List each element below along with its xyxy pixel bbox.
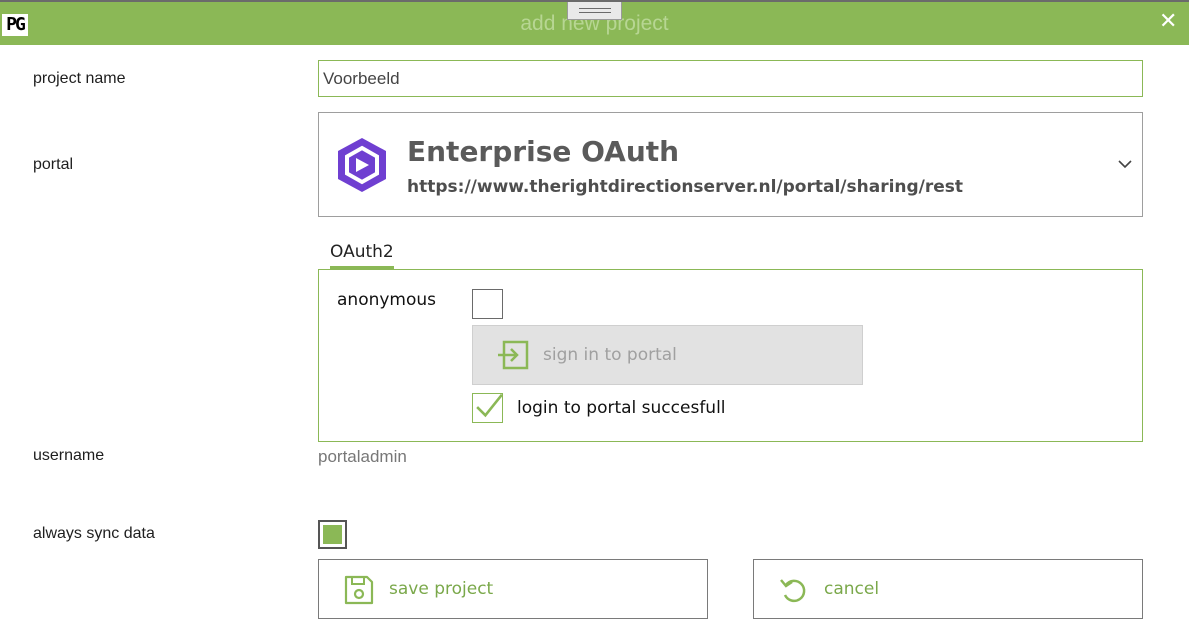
always-sync-checkbox[interactable] xyxy=(318,520,347,549)
drag-handle[interactable] xyxy=(567,2,622,20)
anonymous-label: anonymous xyxy=(337,290,437,310)
anonymous-checkbox[interactable] xyxy=(472,289,503,319)
sign-in-icon xyxy=(498,340,529,370)
login-success-checkbox xyxy=(472,393,503,423)
sync-label: always sync data xyxy=(33,525,155,542)
sign-in-label: sign in to portal xyxy=(543,345,677,365)
portal-dropdown[interactable]: Enterprise OAuth https://www.therightdir… xyxy=(318,112,1143,217)
enterprise-logo-icon xyxy=(338,138,386,192)
oauth-panel: anonymous sign in to portal login to por… xyxy=(318,269,1143,442)
save-project-label: save project xyxy=(389,579,494,599)
save-icon xyxy=(344,575,374,605)
portal-url: https://www.therightdirectionserver.nl/p… xyxy=(407,177,964,197)
save-project-button[interactable]: save project xyxy=(318,559,708,619)
checkbox-fill xyxy=(323,525,342,544)
portal-name: Enterprise OAuth xyxy=(407,135,680,168)
add-project-dialog: PG add new project ✕ project name Voorbe… xyxy=(0,0,1189,642)
chevron-down-icon[interactable] xyxy=(1117,156,1133,172)
login-success-label: login to portal succesfull xyxy=(517,398,726,418)
portal-label: portal xyxy=(33,156,74,173)
cancel-button[interactable]: cancel xyxy=(753,559,1143,619)
close-icon[interactable]: ✕ xyxy=(1159,11,1177,33)
username-label: username xyxy=(33,447,105,464)
cancel-label: cancel xyxy=(824,579,880,599)
undo-icon xyxy=(780,579,806,603)
checkmark-icon xyxy=(476,393,503,418)
project-name-label: project name xyxy=(33,70,126,87)
sign-in-button[interactable]: sign in to portal xyxy=(472,325,863,385)
username-value: portaladmin xyxy=(318,447,407,466)
tab-oauth2[interactable]: OAuth2 xyxy=(330,242,394,270)
title-bar[interactable]: PG add new project ✕ xyxy=(0,0,1189,45)
project-name-input[interactable]: Voorbeeld xyxy=(318,60,1143,97)
